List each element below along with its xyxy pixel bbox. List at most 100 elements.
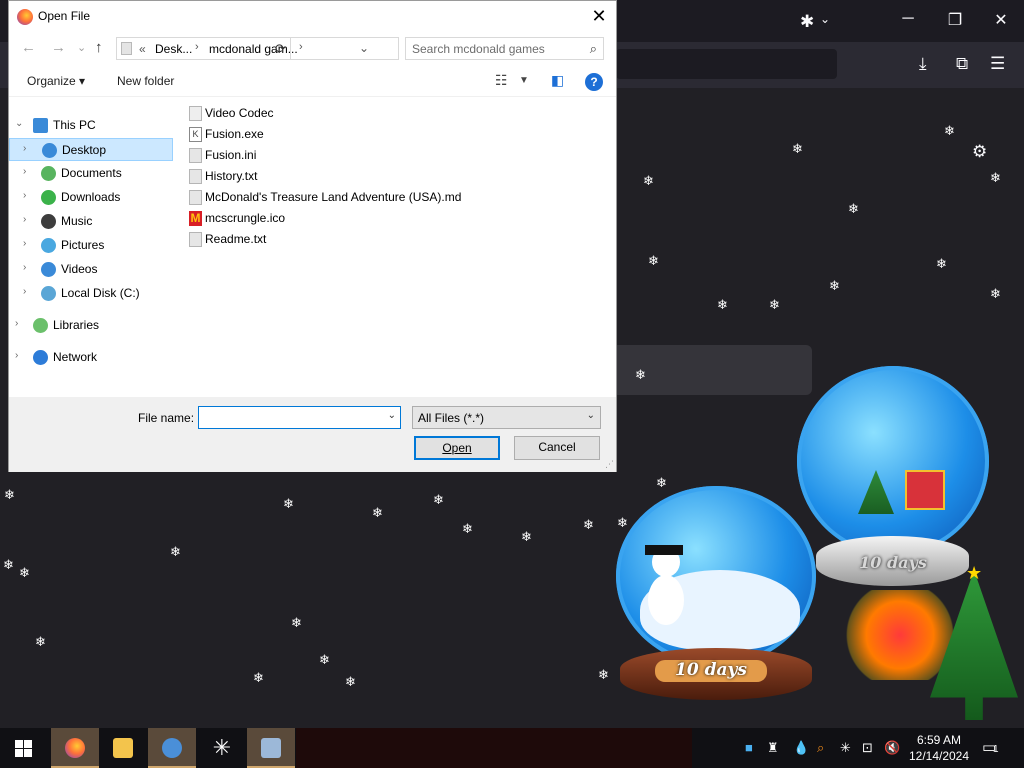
file-type-select[interactable]: All Files (*.*) ⌄ xyxy=(412,406,601,429)
collapsed-chevron-icon[interactable]: › xyxy=(23,238,26,249)
image-viewer-icon xyxy=(261,738,281,758)
volume-muted-icon[interactable]: 🔇 xyxy=(884,740,900,756)
list-item[interactable]: McDonald's Treasure Land Adventure (USA)… xyxy=(183,187,613,207)
nav-item-desktop[interactable]: › Desktop xyxy=(9,138,173,161)
list-item[interactable]: Video Codec xyxy=(183,103,613,123)
taskbar-clock[interactable]: 6:59 AM 12/14/2024 xyxy=(908,732,970,764)
organize-button[interactable]: Organize ▾ xyxy=(27,74,85,88)
nav-item-network[interactable]: › Network xyxy=(9,346,173,369)
file-name: mcscrungle.ico xyxy=(205,211,286,225)
taskbar-app[interactable]: ✳ xyxy=(198,728,246,768)
settings-gear-icon[interactable]: ⚙ xyxy=(972,142,987,162)
file-name: McDonald's Treasure Land Adventure (USA)… xyxy=(205,190,462,204)
close-icon[interactable]: ✕ xyxy=(582,1,616,32)
nav-item-downloads[interactable]: › Downloads xyxy=(9,186,173,209)
download-icon[interactable]: ⤓ xyxy=(919,54,927,74)
people-icon xyxy=(162,738,182,758)
disk-icon xyxy=(41,286,56,301)
collapsed-chevron-icon[interactable]: › xyxy=(23,286,26,297)
view-dropdown-icon[interactable]: ▼ xyxy=(519,75,529,86)
open-button[interactable]: Open xyxy=(414,436,500,460)
taskbar-app[interactable] xyxy=(148,728,196,768)
file-name: History.txt xyxy=(205,169,258,183)
collapsed-chevron-icon[interactable]: › xyxy=(23,262,26,273)
taskbar-file-explorer[interactable] xyxy=(99,728,147,768)
help-icon[interactable]: ? xyxy=(585,73,603,91)
chevron-down-icon[interactable]: ⌄ xyxy=(820,12,830,26)
snowflake-icon: ❄ xyxy=(462,521,473,536)
nav-item-libraries[interactable]: › Libraries xyxy=(9,314,173,337)
collapsed-chevron-icon[interactable]: › xyxy=(23,190,26,201)
menu-icon[interactable]: ☰ xyxy=(990,54,1005,74)
nav-label: Local Disk (C:) xyxy=(61,286,140,300)
puzzle-icon[interactable]: ✱ xyxy=(800,12,814,32)
nav-item-music[interactable]: › Music xyxy=(9,210,173,233)
breadcrumb-item[interactable]: Desk... xyxy=(155,42,192,56)
snowflake-icon: ❄ xyxy=(4,487,15,502)
forward-arrow-icon[interactable]: → xyxy=(51,39,66,56)
nav-item-local-disk[interactable]: › Local Disk (C:) xyxy=(9,282,173,305)
nav-item-videos[interactable]: › Videos xyxy=(9,258,173,281)
preview-pane-icon[interactable]: ◧ xyxy=(551,72,564,89)
start-button[interactable] xyxy=(0,728,48,768)
recent-chevron-icon[interactable]: ⌄ xyxy=(77,41,86,54)
snowflake-icon: ❄ xyxy=(990,286,1001,301)
collapsed-chevron-icon[interactable]: › xyxy=(23,214,26,225)
nav-item-documents[interactable]: › Documents xyxy=(9,162,173,185)
search-tray-icon[interactable]: ⌕ xyxy=(817,740,824,756)
address-dropdown-icon[interactable]: ⌄ xyxy=(359,41,369,55)
search-icon[interactable]: ⌕ xyxy=(590,41,597,57)
file-name-input[interactable]: ⌄ xyxy=(198,406,401,429)
chevron-down-icon[interactable]: ⌄ xyxy=(587,410,595,421)
collapsed-chevron-icon[interactable]: › xyxy=(15,350,18,361)
asterisk-tray-icon[interactable]: ✳ xyxy=(840,740,851,756)
cancel-button[interactable]: Cancel xyxy=(514,436,600,460)
globe-days-label: 10 days xyxy=(859,553,927,572)
new-folder-button[interactable]: New folder xyxy=(117,74,174,88)
refresh-icon[interactable]: ⟳ xyxy=(271,37,291,60)
restore-icon[interactable]: ❐ xyxy=(940,10,970,30)
snowflake-icon: ❄ xyxy=(990,170,1001,185)
clock-time: 6:59 AM xyxy=(916,733,962,747)
nav-item-this-pc[interactable]: ⌄ This PC xyxy=(9,114,173,137)
taskbar-app[interactable] xyxy=(247,728,295,768)
breadcrumb-separator-icon[interactable]: › xyxy=(299,41,303,53)
snowflake-icon: ❄ xyxy=(769,297,780,312)
notification-icon[interactable]: 1 ▭ xyxy=(982,737,1006,759)
list-item[interactable]: Readme.txt xyxy=(183,229,613,249)
snowflake-icon: ❄ xyxy=(792,141,803,156)
expanded-chevron-icon[interactable]: ⌄ xyxy=(15,118,23,129)
taskbar-firefox[interactable] xyxy=(51,728,99,768)
collapsed-chevron-icon[interactable]: › xyxy=(23,143,26,154)
collapsed-chevron-icon[interactable]: › xyxy=(15,318,18,329)
address-row: ← → ⌄ ↑ « Desk... › mcdonald gam... › ⌄ … xyxy=(9,34,616,64)
minimize-icon[interactable]: ─ xyxy=(893,10,923,28)
close-window-icon[interactable]: ✕ xyxy=(986,10,1016,30)
nav-item-pictures[interactable]: › Pictures xyxy=(9,234,173,257)
extensions-icon[interactable]: ⧉ xyxy=(956,54,968,74)
list-item[interactable]: M mcscrungle.ico xyxy=(183,208,613,228)
tray-app-icon[interactable]: ■ xyxy=(745,740,753,755)
search-box[interactable]: Search mcdonald games ⌕ xyxy=(405,37,604,60)
breadcrumb-separator-icon[interactable]: › xyxy=(195,41,199,53)
collapsed-chevron-icon[interactable]: › xyxy=(23,166,26,177)
tray-app-icon[interactable]: ♜ xyxy=(767,740,779,756)
globe-days-label: 10 days xyxy=(655,660,767,682)
snowflake-icon: ❄ xyxy=(3,557,14,572)
network-tray-icon[interactable]: ⊡ xyxy=(862,740,873,756)
view-options-icon[interactable]: ☷ xyxy=(495,72,508,89)
videos-icon xyxy=(41,262,56,277)
list-item[interactable]: History.txt xyxy=(183,166,613,186)
back-arrow-icon[interactable]: ← xyxy=(21,39,36,56)
breadcrumb-overflow[interactable]: « xyxy=(139,42,146,56)
browser-url-bar[interactable] xyxy=(616,49,837,79)
list-item[interactable]: Fusion.ini xyxy=(183,145,613,165)
chevron-down-icon[interactable]: ⌄ xyxy=(388,410,396,421)
dialog-titlebar[interactable]: Open File ✕ xyxy=(9,1,616,32)
up-arrow-icon[interactable]: ↑ xyxy=(95,39,103,56)
drop-icon[interactable]: 💧 xyxy=(793,740,809,756)
chat-bubble-icon: ▭ xyxy=(982,739,997,756)
resize-grip-icon[interactable]: ⋰ xyxy=(605,459,614,470)
list-item[interactable]: K Fusion.exe xyxy=(183,124,613,144)
breadcrumb[interactable]: « Desk... › mcdonald gam... › ⌄ xyxy=(116,37,399,60)
